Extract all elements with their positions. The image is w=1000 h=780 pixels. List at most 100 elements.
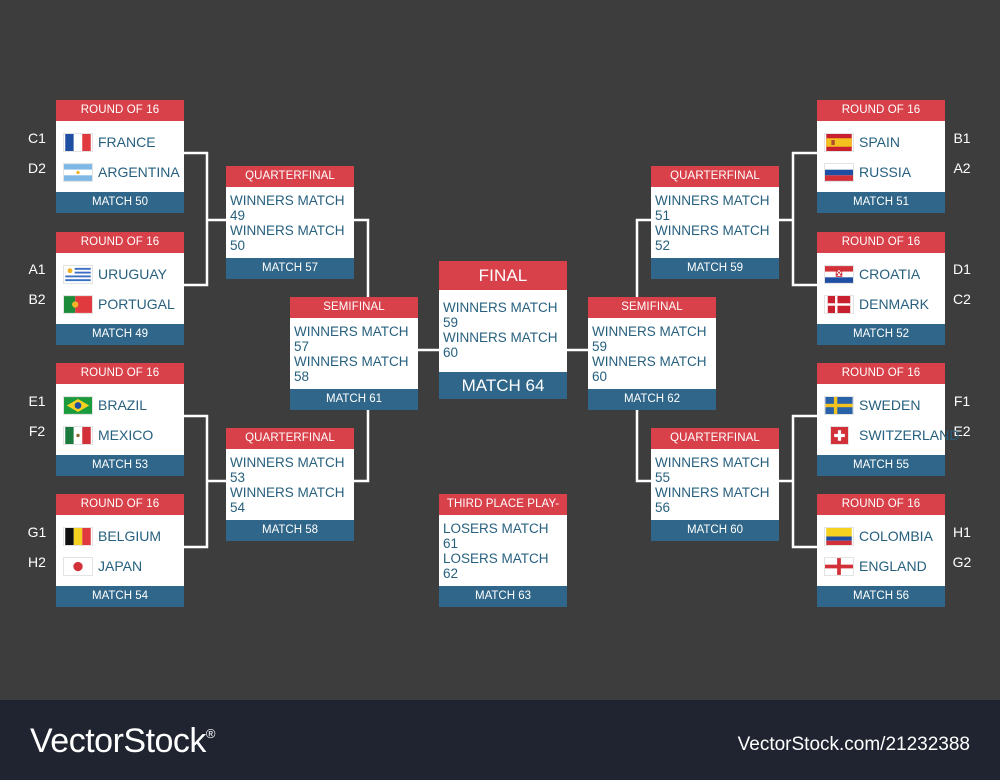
team-name: ENGLAND xyxy=(859,558,927,574)
team-row: MEXICO xyxy=(64,420,176,450)
match-number: MATCH 58 xyxy=(226,520,354,541)
semifinal-card: SEMIFINAL WINNERS MATCH 57 WINNERS MATCH… xyxy=(290,297,418,410)
match-slot: WINNERS MATCH 58 xyxy=(294,354,409,384)
match-slot: WINNERS MATCH 60 xyxy=(443,330,558,360)
team-row: SWEDEN xyxy=(825,390,937,420)
card-header: QUARTERFINAL xyxy=(651,428,779,449)
logo-text: VectorStock xyxy=(30,722,206,760)
quarterfinal-card: QUARTERFINAL WINNERS MATCH 51 WINNERS MA… xyxy=(651,166,779,279)
match-slot: WINNERS MATCH 59 xyxy=(592,324,707,354)
team-name: CROATIA xyxy=(859,266,921,282)
england-flag-icon xyxy=(825,557,853,575)
team-row: ARGENTINA xyxy=(64,157,180,187)
seed-label: H2 xyxy=(28,554,46,570)
team-name: SPAIN xyxy=(859,134,900,150)
seed-label: F1 xyxy=(953,393,971,409)
round-of-16-card: ROUND OF 16 CROATIA DENMARK MATCH 52 xyxy=(817,232,945,345)
team-name: BELGIUM xyxy=(98,528,162,544)
match-slot: WINNERS MATCH 51 xyxy=(655,193,770,223)
seed-label: C2 xyxy=(953,291,971,307)
seed-label: F2 xyxy=(28,423,46,439)
match-number: MATCH 59 xyxy=(651,258,779,279)
seed-label: E1 xyxy=(28,393,46,409)
card-header: ROUND OF 16 xyxy=(56,494,184,515)
team-row: URUGUAY xyxy=(64,259,176,289)
card-header: ROUND OF 16 xyxy=(56,100,184,121)
card-header: ROUND OF 16 xyxy=(56,232,184,253)
uruguay-flag-icon xyxy=(64,265,92,283)
team-name: COLOMBIA xyxy=(859,528,933,544)
brazil-flag-icon xyxy=(64,396,92,414)
team-row: ENGLAND xyxy=(825,551,937,581)
match-slot: WINNERS MATCH 52 xyxy=(655,223,770,253)
match-number: MATCH 54 xyxy=(56,586,184,607)
match-number: MATCH 64 xyxy=(439,372,567,399)
team-row: CROATIA xyxy=(825,259,937,289)
match-number: MATCH 56 xyxy=(817,586,945,607)
round-of-16-card: ROUND OF 16 BELGIUM JAPAN MATCH 54 xyxy=(56,494,184,607)
match-slot: WINNERS MATCH 50 xyxy=(230,223,345,253)
match-slot: WINNERS MATCH 54 xyxy=(230,485,345,515)
japan-flag-icon xyxy=(64,557,92,575)
match-slot: WINNERS MATCH 56 xyxy=(655,485,770,515)
card-header: QUARTERFINAL xyxy=(226,428,354,449)
card-header: THIRD PLACE PLAY-OFF xyxy=(439,494,567,531)
match-number: MATCH 50 xyxy=(56,192,184,213)
seed-label: A2 xyxy=(953,160,971,176)
card-header: FINAL xyxy=(439,261,567,290)
quarterfinal-card: QUARTERFINAL WINNERS MATCH 55 WINNERS MA… xyxy=(651,428,779,541)
seed-label: G2 xyxy=(952,554,972,570)
match-number: MATCH 61 xyxy=(290,389,418,410)
team-name: RUSSIA xyxy=(859,164,912,180)
round-of-16-card: ROUND OF 16 URUGUAY PORTUGAL MATCH 49 xyxy=(56,232,184,345)
seed-label: B1 xyxy=(953,130,971,146)
argentina-flag-icon xyxy=(64,163,92,181)
card-header: ROUND OF 16 xyxy=(817,363,945,384)
match-slot: WINNERS MATCH 59 xyxy=(443,300,558,330)
team-name: DENMARK xyxy=(859,296,930,312)
card-header: SEMIFINAL xyxy=(290,297,418,318)
match-number: MATCH 63 xyxy=(439,586,567,607)
third-place-card: THIRD PLACE PLAY-OFF LOSERS MATCH 61 LOS… xyxy=(439,494,567,607)
round-of-16-card: ROUND OF 16 FRANCE ARGENTINA MATCH 50 xyxy=(56,100,184,213)
team-row: SPAIN xyxy=(825,127,937,157)
sweden-flag-icon xyxy=(825,396,853,414)
belgium-flag-icon xyxy=(64,527,92,545)
team-name: ARGENTINA xyxy=(98,164,180,180)
team-row: BELGIUM xyxy=(64,521,176,551)
team-name: SWEDEN xyxy=(859,397,921,413)
seed-label: G1 xyxy=(27,524,47,540)
card-header: ROUND OF 16 xyxy=(817,232,945,253)
final-card: FINAL WINNERS MATCH 59 WINNERS MATCH 60 … xyxy=(439,261,567,399)
match-slot: WINNERS MATCH 55 xyxy=(655,455,770,485)
team-row: RUSSIA xyxy=(825,157,937,187)
match-number: MATCH 57 xyxy=(226,258,354,279)
portugal-flag-icon xyxy=(64,295,92,313)
seed-label: A1 xyxy=(28,261,46,277)
round-of-16-card: ROUND OF 16 SPAIN RUSSIA MATCH 51 xyxy=(817,100,945,213)
team-row: BRAZIL xyxy=(64,390,176,420)
match-slot: LOSERS MATCH 61 xyxy=(443,521,549,551)
vectorstock-logo: VectorStock® xyxy=(30,722,216,761)
match-number: MATCH 60 xyxy=(651,520,779,541)
colombia-flag-icon xyxy=(825,527,853,545)
round-of-16-card: ROUND OF 16 SWEDEN SWITZERLAND MATCH 55 xyxy=(817,363,959,476)
match-slot: WINNERS MATCH 53 xyxy=(230,455,345,485)
match-slot: LOSERS MATCH 62 xyxy=(443,551,549,581)
match-number: MATCH 53 xyxy=(56,455,184,476)
russia-flag-icon xyxy=(825,163,853,181)
quarterfinal-card: QUARTERFINAL WINNERS MATCH 49 WINNERS MA… xyxy=(226,166,354,279)
match-number: MATCH 62 xyxy=(588,389,716,410)
team-row: DENMARK xyxy=(825,289,937,319)
croatia-flag-icon xyxy=(825,265,853,283)
quarterfinal-card: QUARTERFINAL WINNERS MATCH 53 WINNERS MA… xyxy=(226,428,354,541)
team-row: COLOMBIA xyxy=(825,521,937,551)
switzerland-flag-icon xyxy=(831,426,848,444)
team-row: JAPAN xyxy=(64,551,176,581)
denmark-flag-icon xyxy=(825,295,853,313)
match-number: MATCH 52 xyxy=(817,324,945,345)
match-number: MATCH 55 xyxy=(817,455,945,476)
match-slot: WINNERS MATCH 60 xyxy=(592,354,707,384)
registered-mark: ® xyxy=(205,726,216,741)
team-name: SWITZERLAND xyxy=(859,427,960,443)
